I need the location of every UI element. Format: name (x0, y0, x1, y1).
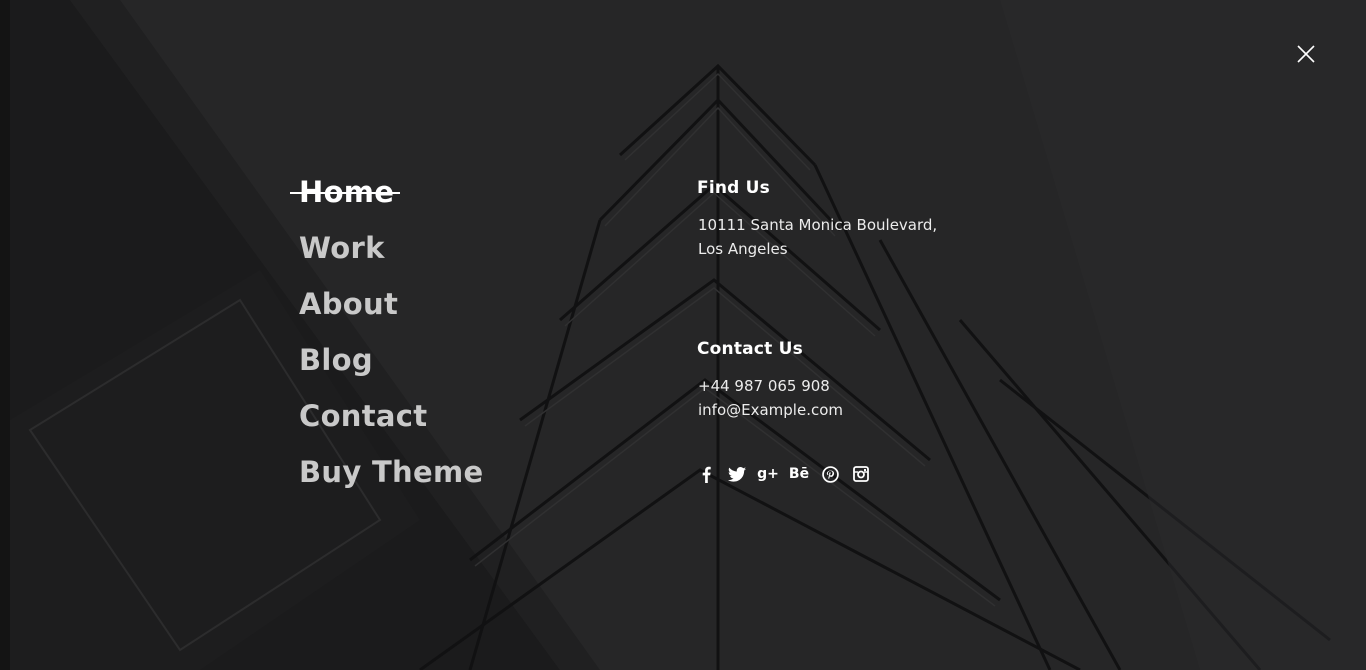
instagram-icon (853, 466, 869, 482)
social-links: g+ Bē (696, 464, 882, 484)
menu-item-label: Contact (299, 399, 428, 433)
background-building-image (10, 0, 1366, 670)
menu-item-label: About (299, 287, 399, 321)
menu-item-label: Blog (299, 343, 373, 377)
close-button[interactable] (1292, 40, 1320, 68)
google-plus-icon: g+ (757, 466, 779, 482)
facebook-link[interactable] (696, 464, 716, 484)
menu-item-contact[interactable]: Contact (299, 392, 483, 448)
menu-item-home[interactable]: Home (290, 168, 483, 224)
email-link[interactable]: info@Example.com (697, 398, 843, 422)
contact-us-heading: Contact Us (697, 339, 803, 359)
find-us-section: Find Us 10111 Santa Monica Boulevard, Lo… (697, 178, 937, 261)
find-us-heading: Find Us (697, 178, 770, 198)
twitter-link[interactable] (727, 464, 747, 484)
address-line-2: Los Angeles (698, 240, 788, 258)
pinterest-link[interactable] (820, 464, 840, 484)
google-plus-link[interactable]: g+ (757, 464, 779, 484)
twitter-icon (728, 466, 746, 482)
behance-link[interactable]: Bē (789, 464, 809, 484)
behance-icon: Bē (788, 466, 810, 482)
menu-item-label: Work (299, 231, 385, 265)
menu-item-about[interactable]: About (299, 280, 483, 336)
menu-item-blog[interactable]: Blog (299, 336, 483, 392)
menu-item-buy-theme[interactable]: Buy Theme (299, 448, 483, 504)
active-strike-line (290, 192, 400, 194)
left-edge-strip (0, 0, 10, 670)
address-line-1: 10111 Santa Monica Boulevard, (698, 216, 938, 234)
phone-number[interactable]: +44 987 065 908 (697, 374, 843, 398)
menu-item-work[interactable]: Work (299, 224, 483, 280)
facebook-icon (702, 466, 711, 483)
contact-us-section: Contact Us +44 987 065 908 info@Example.… (697, 339, 843, 422)
pinterest-icon (821, 465, 839, 483)
menu-overlay: Home Work About Blog Contact Buy Theme F… (0, 0, 1366, 670)
menu-item-label: Buy Theme (299, 455, 484, 489)
instagram-link[interactable] (851, 464, 871, 484)
main-menu: Home Work About Blog Contact Buy Theme (290, 168, 483, 504)
close-icon (1297, 45, 1315, 63)
